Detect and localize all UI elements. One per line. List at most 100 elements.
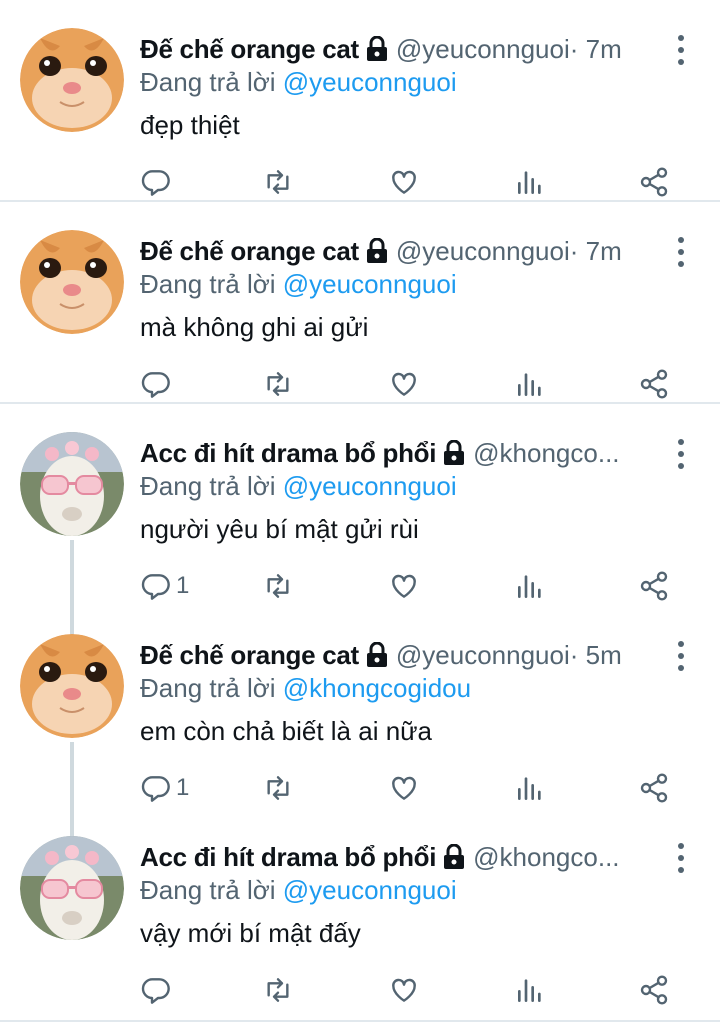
analytics-icon: [518, 979, 541, 1002]
replying-to-link[interactable]: @khongcogidou: [283, 673, 471, 703]
author-handle[interactable]: @yeuconnguoi: [396, 233, 570, 269]
like-button[interactable]: [388, 768, 420, 808]
like-button[interactable]: [388, 970, 420, 1010]
replying-to-link[interactable]: @yeuconnguoi: [283, 269, 457, 299]
orange-cat-avatar[interactable]: [20, 230, 124, 334]
retweet-icon: [267, 372, 289, 396]
more-options-icon[interactable]: [676, 641, 686, 671]
retweet-button[interactable]: [262, 970, 294, 1010]
analytics-icon: [518, 373, 541, 396]
replying-prefix: Đang trả lời: [140, 673, 283, 703]
lock-icon: [366, 238, 387, 263]
reply-button[interactable]: 1: [140, 566, 189, 606]
author-name[interactable]: Acc đi hít drama bổ phổi: [140, 435, 436, 471]
author-name[interactable]: Đế chế orange cat: [140, 31, 359, 67]
tweet[interactable]: Đế chế orange cat @yeuconnguoi · 5m Đang…: [0, 606, 720, 808]
replying-to-link[interactable]: @yeuconnguoi: [283, 67, 457, 97]
retweet-button[interactable]: [262, 364, 294, 404]
alpaca-avatar[interactable]: [20, 432, 124, 536]
orange-cat-avatar[interactable]: [20, 634, 124, 738]
orange-cat-avatar[interactable]: [20, 28, 124, 132]
more-options-icon[interactable]: [676, 843, 686, 873]
like-button[interactable]: [388, 364, 420, 404]
tweet-time: · 7m: [569, 236, 622, 266]
tweet[interactable]: Đế chế orange cat @yeuconnguoi · 7m Đang…: [0, 202, 720, 404]
avatar[interactable]: [20, 634, 124, 738]
like-icon: [392, 776, 416, 800]
analytics-icon: [518, 777, 541, 800]
tweet-text: mà không ghi ai gửi: [140, 312, 369, 342]
share-button[interactable]: [638, 970, 670, 1010]
analytics-icon: [518, 575, 541, 598]
author-name[interactable]: Acc đi hít drama bổ phổi: [140, 839, 436, 875]
avatar[interactable]: [20, 230, 124, 334]
tweet-time: · 5m: [569, 640, 622, 670]
analytics-button[interactable]: [514, 970, 546, 1010]
tweet[interactable]: Acc đi hít drama bổ phổi @khongco... Đan…: [0, 404, 720, 606]
reply-button[interactable]: [140, 970, 176, 1010]
share-icon: [640, 369, 668, 399]
reply-button[interactable]: [140, 162, 176, 202]
replying-to: Đang trả lời @yeuconnguoi: [140, 266, 457, 302]
replying-to: Đang trả lời @yeuconnguoi: [140, 872, 457, 908]
retweet-button[interactable]: [262, 162, 294, 202]
reply-count: 1: [176, 572, 190, 599]
tweet-actions: [138, 162, 678, 202]
replying-to: Đang trả lời @khongcogidou: [140, 670, 471, 706]
tweet-actions: 1: [138, 566, 678, 606]
author-name[interactable]: Đế chế orange cat: [140, 233, 359, 269]
analytics-button[interactable]: [514, 768, 546, 808]
share-button[interactable]: [638, 162, 670, 202]
share-icon: [640, 571, 668, 601]
tweet[interactable]: Đế chế orange cat @yeuconnguoi · 7m Đang…: [0, 0, 720, 202]
tweet-actions: [138, 364, 678, 404]
like-button[interactable]: [388, 566, 420, 606]
tweet-text: em còn chả biết là ai nữa: [140, 716, 433, 746]
avatar[interactable]: [20, 432, 124, 536]
author-handle[interactable]: @yeuconnguoi: [396, 31, 570, 67]
lock-icon: [444, 844, 465, 869]
like-icon: [392, 170, 416, 194]
retweet-icon: [267, 776, 289, 800]
replying-to: Đang trả lời @yeuconnguoi: [140, 468, 457, 504]
tweet-actions: 1: [138, 768, 678, 808]
analytics-button[interactable]: [514, 162, 546, 202]
more-options-icon[interactable]: [676, 35, 686, 65]
author-handle[interactable]: @yeuconnguoi: [396, 637, 570, 673]
like-icon: [392, 978, 416, 1002]
more-options-icon[interactable]: [676, 237, 686, 267]
analytics-button[interactable]: [514, 364, 546, 404]
replying-prefix: Đang trả lời: [140, 269, 283, 299]
lock-icon: [366, 642, 387, 667]
more-options-icon[interactable]: [676, 439, 686, 469]
author-name[interactable]: Đế chế orange cat: [140, 637, 359, 673]
reply-icon: [141, 170, 170, 196]
replying-to: Đang trả lời @yeuconnguoi: [140, 64, 457, 100]
retweet-icon: [267, 978, 289, 1002]
reply-icon: [141, 574, 170, 600]
replying-prefix: Đang trả lời: [140, 875, 283, 905]
replying-to-link[interactable]: @yeuconnguoi: [283, 471, 457, 501]
author-handle[interactable]: @khongco...: [473, 839, 619, 875]
tweet-text: đẹp thiệt: [140, 110, 240, 140]
share-button[interactable]: [638, 768, 670, 808]
retweet-icon: [267, 170, 289, 194]
share-icon: [640, 975, 668, 1005]
reply-button[interactable]: 1: [140, 768, 189, 808]
reply-button[interactable]: [140, 364, 176, 404]
reply-count: 1: [176, 774, 190, 801]
retweet-button[interactable]: [262, 566, 294, 606]
alpaca-avatar[interactable]: [20, 836, 124, 940]
author-handle[interactable]: @khongco...: [473, 435, 619, 471]
replying-to-link[interactable]: @yeuconnguoi: [283, 875, 457, 905]
analytics-button[interactable]: [514, 566, 546, 606]
tweet[interactable]: Acc đi hít drama bổ phổi @khongco... Đan…: [0, 808, 720, 1022]
avatar[interactable]: [20, 28, 124, 132]
share-button[interactable]: [638, 566, 670, 606]
avatar[interactable]: [20, 836, 124, 940]
like-button[interactable]: [388, 162, 420, 202]
retweet-button[interactable]: [262, 768, 294, 808]
tweet-header: Acc đi hít drama bổ phổi @khongco...: [140, 433, 660, 473]
retweet-icon: [267, 574, 289, 598]
share-button[interactable]: [638, 364, 670, 404]
